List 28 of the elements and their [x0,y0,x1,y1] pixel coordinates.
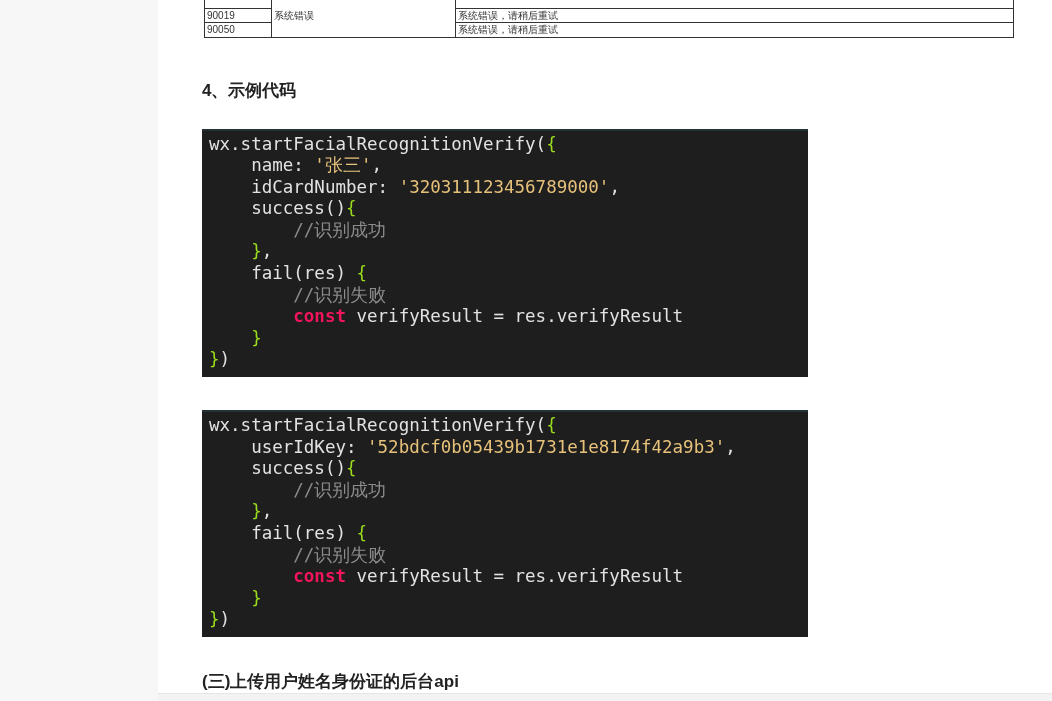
code-line: fail(res) { [250,523,369,545]
code-line: //识别失败 [292,544,388,567]
code-line: }, [250,501,274,523]
code-line: wx.startFacialRecognitionVerify({ [209,133,558,156]
code-line: name: '张三', [250,155,383,177]
code-line: }) [209,349,232,372]
table-cell: 90019 [204,8,272,23]
code-line: success(){ [250,458,358,480]
table-cell: 系统错误，请稍后重试 [455,8,1014,23]
code-line: fail(res) { [250,263,369,285]
table-cell: 90050 [204,22,272,37]
code-line: //识别成功 [292,479,388,502]
code-line: idCardNumber: '320311123456789000', [250,176,621,199]
code-line: } [250,327,263,350]
code-line: wx.startFacialRecognitionVerify({ [209,415,558,437]
code-line: success(){ [250,198,358,220]
code-line: const verifyResult = res.verifyResult [292,566,685,588]
code-line: } [250,587,263,610]
code-line: }, [250,241,274,264]
table-cell: 系统错误，请稍后重试 [455,22,1014,37]
section-heading: 4、示例代码 [202,79,298,102]
code-line: //识别成功 [292,219,388,242]
code-line: const verifyResult = res.verifyResult [292,306,685,328]
code-line: }) [209,609,232,631]
subsection-heading: (三)上传用户姓名身份证的后台api [202,670,460,693]
table-cell: 系统错误 [271,0,456,37]
code-line: //识别失败 [292,284,388,307]
code-line: userIdKey: '52bdcf0b05439b1731e1e8174f42a9b3', [250,436,737,459]
